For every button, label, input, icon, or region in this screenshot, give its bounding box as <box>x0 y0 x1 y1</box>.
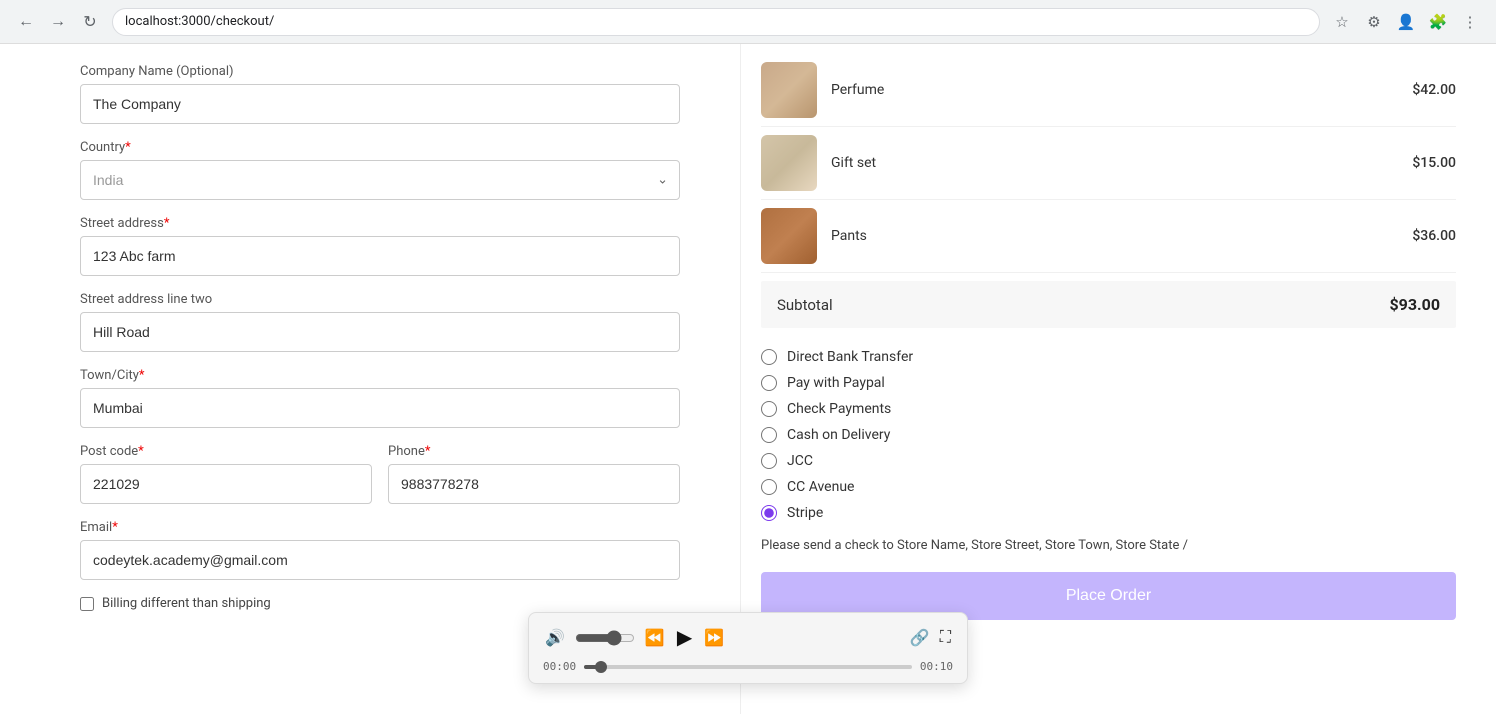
email-input[interactable] <box>80 540 680 580</box>
payment-radio-check[interactable] <box>761 401 777 417</box>
town-city-input[interactable] <box>80 388 680 428</box>
postcode-phone-row: Post code* Phone* <box>80 444 680 520</box>
current-time: 00:00 <box>543 660 576 673</box>
mute-button[interactable]: 🔊 <box>543 626 567 650</box>
share-button[interactable]: 🔗 <box>908 626 932 650</box>
media-player: 🔊 ⏪ ▶ ⏩ 🔗 ⛶ 00:00 00:10 <box>528 612 968 684</box>
play-button[interactable]: ▶ <box>675 623 694 652</box>
total-time: 00:10 <box>920 660 953 673</box>
progress-thumb <box>595 661 607 673</box>
payment-label-cod[interactable]: Cash on Delivery <box>787 427 890 443</box>
payment-radio-stripe[interactable] <box>761 505 777 521</box>
nav-buttons: ← → ↻ <box>12 8 104 36</box>
billing-checkbox[interactable] <box>80 597 94 611</box>
country-group: Country* India United States United King… <box>80 140 680 200</box>
pants-name: Pants <box>831 228 1398 244</box>
volume-slider[interactable] <box>575 630 635 646</box>
browser-action-buttons: ☆ ⚙ 👤 🧩 ⋮ <box>1328 8 1484 36</box>
company-name-label: Company Name (Optional) <box>80 64 680 79</box>
post-code-input[interactable] <box>80 464 372 504</box>
payment-label-paypal[interactable]: Pay with Paypal <box>787 375 885 391</box>
street-address-input[interactable] <box>80 236 680 276</box>
rewind-button[interactable]: ⏪ <box>643 626 667 650</box>
street-address-label: Street address* <box>80 216 680 231</box>
subtotal-row: Subtotal $93.00 <box>761 281 1456 328</box>
media-controls: 🔊 ⏪ ▶ ⏩ 🔗 ⛶ <box>543 623 953 652</box>
media-right-controls: 🔗 ⛶ <box>908 626 953 650</box>
phone-group: Phone* <box>388 444 680 504</box>
reload-button[interactable]: ↻ <box>76 8 104 36</box>
forward-button[interactable]: → <box>44 8 72 36</box>
post-code-label: Post code* <box>80 444 372 459</box>
payment-label-jcc[interactable]: JCC <box>787 453 813 469</box>
payment-radio-bank[interactable] <box>761 349 777 365</box>
url-text: localhost:3000/checkout/ <box>125 14 274 29</box>
perfume-name: Perfume <box>831 82 1398 98</box>
subtotal-amount: $93.00 <box>1389 295 1440 314</box>
order-item-pants: Pants $36.00 <box>761 200 1456 273</box>
gift-price: $15.00 <box>1412 155 1456 171</box>
payment-option-check: Check Payments <box>761 396 1456 422</box>
company-name-group: Company Name (Optional) <box>80 64 680 124</box>
payment-options: Direct Bank Transfer Pay with Paypal Che… <box>761 344 1456 526</box>
payment-radio-ccavenue[interactable] <box>761 479 777 495</box>
company-name-input[interactable] <box>80 84 680 124</box>
street-address-line2-input[interactable] <box>80 312 680 352</box>
order-item-perfume: Perfume $42.00 <box>761 54 1456 127</box>
phone-label: Phone* <box>388 444 680 459</box>
payment-option-ccavenue: CC Avenue <box>761 474 1456 500</box>
payment-label-bank[interactable]: Direct Bank Transfer <box>787 349 913 365</box>
payment-option-bank: Direct Bank Transfer <box>761 344 1456 370</box>
payment-label-ccavenue[interactable]: CC Avenue <box>787 479 854 495</box>
payment-label-check[interactable]: Check Payments <box>787 401 891 417</box>
fullscreen-button[interactable]: ⛶ <box>938 627 953 649</box>
pants-image <box>761 208 817 264</box>
profile-button[interactable]: 👤 <box>1392 8 1420 36</box>
email-group: Email* <box>80 520 680 580</box>
fast-forward-button[interactable]: ⏩ <box>702 626 726 650</box>
billing-checkbox-label[interactable]: Billing different than shipping <box>102 596 271 611</box>
town-city-label: Town/City* <box>80 368 680 383</box>
subtotal-label: Subtotal <box>777 296 833 314</box>
town-city-group: Town/City* <box>80 368 680 428</box>
perfume-image <box>761 62 817 118</box>
back-button[interactable]: ← <box>12 8 40 36</box>
payment-radio-jcc[interactable] <box>761 453 777 469</box>
payment-label-stripe[interactable]: Stripe <box>787 505 823 521</box>
order-item-gift: Gift set $15.00 <box>761 127 1456 200</box>
payment-radio-paypal[interactable] <box>761 375 777 391</box>
payment-option-cod: Cash on Delivery <box>761 422 1456 448</box>
pants-price: $36.00 <box>1412 228 1456 244</box>
street-address-group: Street address* <box>80 216 680 276</box>
country-select-wrapper: India United States United Kingdom ⌄ <box>80 160 680 200</box>
gift-image <box>761 135 817 191</box>
media-progress-row: 00:00 00:10 <box>543 660 953 673</box>
post-code-group: Post code* <box>80 444 372 504</box>
perfume-price: $42.00 <box>1412 82 1456 98</box>
street-address-line2-group: Street address line two <box>80 292 680 352</box>
payment-radio-cod[interactable] <box>761 427 777 443</box>
phone-input[interactable] <box>388 464 680 504</box>
settings-button[interactable]: ⚙ <box>1360 8 1388 36</box>
extensions-button[interactable]: 🧩 <box>1424 8 1452 36</box>
payment-option-stripe: Stripe <box>761 500 1456 526</box>
gift-name: Gift set <box>831 155 1398 171</box>
bookmark-button[interactable]: ☆ <box>1328 8 1356 36</box>
progress-bar[interactable] <box>584 665 912 669</box>
payment-note: Please send a check to Store Name, Store… <box>761 536 1456 556</box>
country-label: Country* <box>80 140 680 155</box>
browser-chrome: ← → ↻ localhost:3000/checkout/ ☆ ⚙ 👤 🧩 ⋮ <box>0 0 1496 44</box>
address-bar[interactable]: localhost:3000/checkout/ <box>112 8 1320 36</box>
payment-option-jcc: JCC <box>761 448 1456 474</box>
country-select[interactable]: India United States United Kingdom <box>80 160 680 200</box>
billing-checkbox-row: Billing different than shipping <box>80 596 680 611</box>
menu-button[interactable]: ⋮ <box>1456 8 1484 36</box>
street-address-line2-label: Street address line two <box>80 292 680 307</box>
payment-option-paypal: Pay with Paypal <box>761 370 1456 396</box>
email-label: Email* <box>80 520 680 535</box>
